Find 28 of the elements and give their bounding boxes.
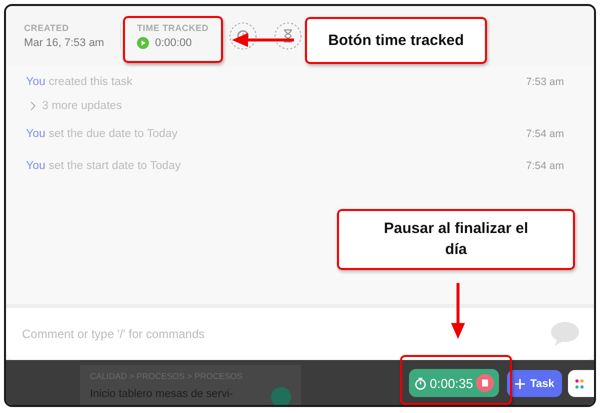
activity-text: You set the due date to Today — [26, 128, 178, 140]
arrow — [451, 283, 465, 339]
created-date: Mar 16, 7:53 am — [24, 37, 106, 49]
timer-button[interactable]: 0:00:35 — [408, 369, 500, 397]
activity-time: 7:54 am — [526, 128, 564, 140]
time-tracked-label: TIME TRACKED — [137, 23, 210, 33]
activity-time: 7:54 am — [526, 160, 564, 172]
arrow — [232, 33, 294, 47]
comment-field[interactable]: Comment or type '/' for commands — [20, 326, 550, 342]
stopwatch-icon — [414, 376, 427, 390]
activity-text: You set the start date to Today — [26, 160, 181, 172]
chevron-icon — [30, 101, 36, 111]
more-updates-toggle[interactable]: 3 more updates — [26, 98, 122, 114]
annotation-callout: Pausar al finalizar el día — [337, 209, 575, 270]
annotation-callout: Botón time tracked — [305, 17, 487, 64]
hourglass-icon[interactable] — [274, 22, 302, 50]
activity-text: You created this task — [26, 76, 132, 88]
created-label: CREATED — [24, 23, 70, 33]
add-task-button[interactable]: Task — [507, 370, 562, 397]
stop-icon[interactable] — [476, 374, 494, 392]
comment-box[interactable]: Comment or type '/' for commands — [6, 304, 594, 360]
apps-button[interactable] — [568, 370, 594, 397]
clock-icon[interactable] — [229, 22, 257, 50]
time-tracked-value: 0:00:00 — [155, 37, 192, 49]
play-icon[interactable] — [137, 37, 149, 49]
avatar-icon — [270, 387, 291, 405]
activity-time: 7:53 am — [526, 76, 564, 88]
plus-icon — [515, 378, 526, 388]
